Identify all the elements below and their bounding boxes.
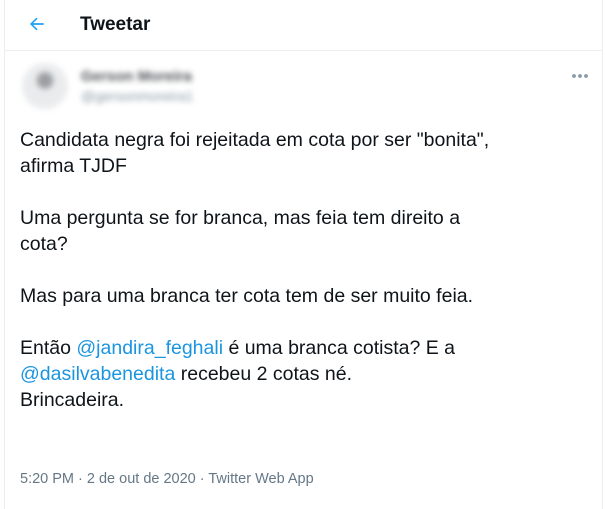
mention-link-dasilvabenedita[interactable]: @dasilvabenedita: [20, 363, 175, 385]
tweet-date-link[interactable]: 2 de out de 2020: [87, 471, 196, 487]
meta-separator: ·: [74, 471, 87, 487]
tweet-line: @dasilvabenedita recebeu 2 cotas né.: [20, 361, 590, 387]
tweet-time-link[interactable]: 5:20 PM: [20, 471, 74, 487]
tweet-text-segment: Então: [20, 337, 77, 359]
tweet-text-segment: recebeu 2 cotas né.: [175, 363, 353, 385]
tweet-line: cota?: [20, 233, 68, 255]
tweet-line: Brincadeira.: [20, 389, 125, 411]
tweet-line: Mas para uma branca ter cota tem de ser …: [20, 285, 474, 307]
tweet-line: Então @jandira_feghali é uma branca coti…: [20, 335, 590, 361]
page-header: Tweetar: [5, 0, 602, 51]
tweet-line: Uma pergunta se for branca, mas feia tem…: [20, 207, 461, 229]
author-name[interactable]: Gerson Moreira: [81, 68, 192, 85]
arrow-left-icon: [29, 17, 44, 31]
tweet-text: Candidata negra foi rejeitada em cota po…: [20, 127, 590, 413]
page-title: Tweetar: [80, 14, 151, 35]
author-handle[interactable]: @gersonmoreira1: [81, 88, 193, 104]
tweet-page: Tweetar Gerson Moreira @gersonmoreira1 C…: [4, 0, 603, 509]
tweet-line: afirma TJDF: [20, 155, 127, 177]
back-button[interactable]: [19, 6, 55, 42]
more-icon: [572, 74, 588, 78]
tweet-text-segment: é uma branca cotista? E a: [223, 337, 455, 359]
tweet-source-link[interactable]: Twitter Web App: [208, 471, 313, 487]
tweet-meta: 5:20 PM · 2 de out de 2020 · Twitter Web…: [20, 471, 314, 487]
mention-link-jandira[interactable]: @jandira_feghali: [76, 337, 223, 359]
tweet-line: Candidata negra foi rejeitada em cota po…: [20, 129, 490, 151]
meta-separator: ·: [195, 471, 209, 487]
avatar[interactable]: [22, 63, 68, 109]
more-options-button[interactable]: [568, 64, 592, 88]
